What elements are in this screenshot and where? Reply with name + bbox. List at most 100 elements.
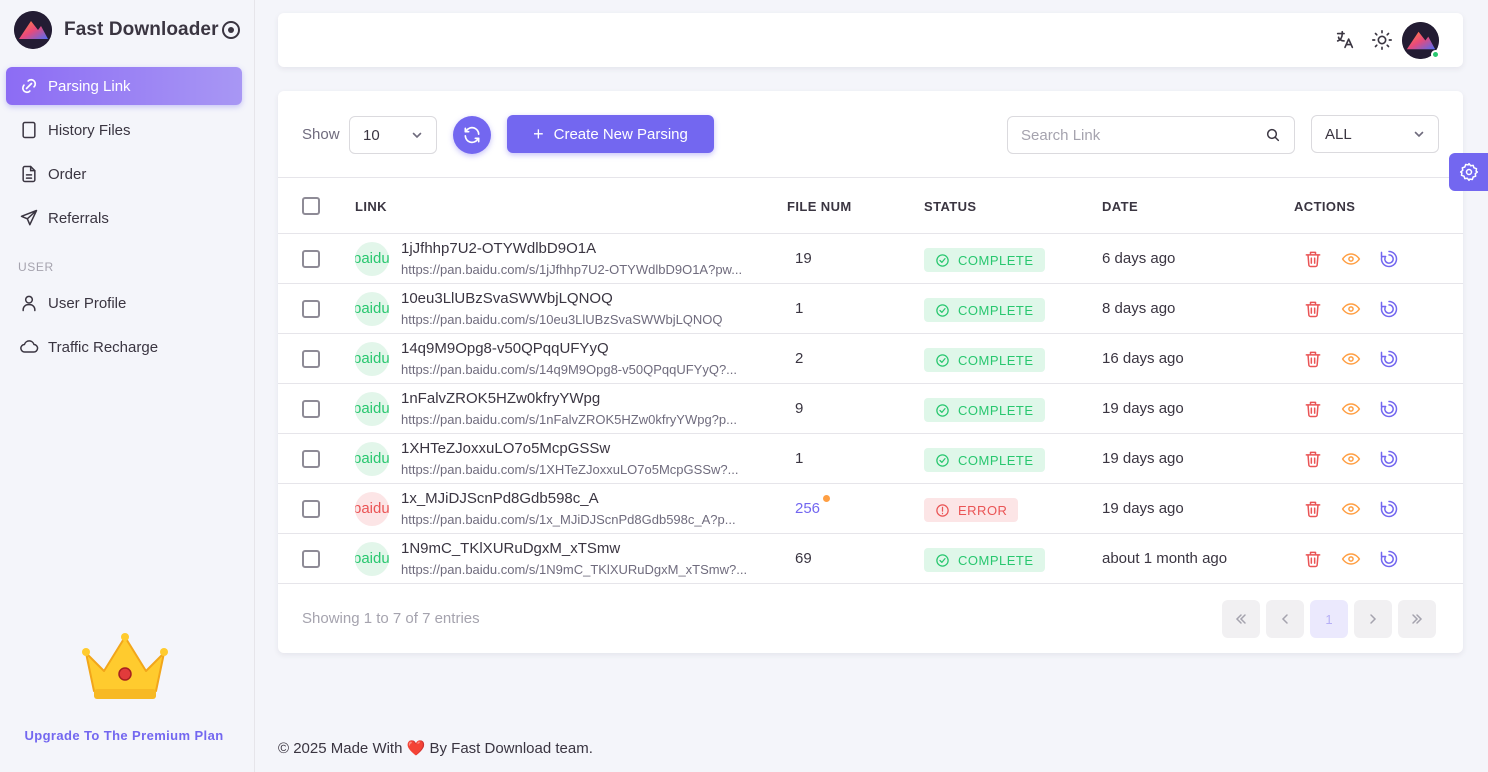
status-filter-select[interactable]: ALL <box>1311 115 1439 153</box>
nav-item-label: Parsing Link <box>48 77 131 95</box>
link-title[interactable]: 1XHTeZJoxxuLO7o5McpGSSw <box>401 440 610 457</box>
row-checkbox[interactable] <box>302 450 320 468</box>
link-title[interactable]: 1N9mC_TKlXURuDgxM_xTSmw <box>401 540 620 557</box>
search-input[interactable] <box>1007 116 1295 154</box>
delete-icon[interactable] <box>1303 299 1323 319</box>
col-date[interactable]: DATE <box>1102 199 1138 214</box>
upgrade-link[interactable]: Upgrade To The Premium Plan <box>0 728 248 743</box>
document-icon <box>22 165 36 183</box>
prev-page-button[interactable] <box>1266 600 1304 638</box>
next-page-button[interactable] <box>1354 600 1392 638</box>
reparse-icon[interactable] <box>1379 449 1399 469</box>
nav-item-order[interactable]: Order <box>6 155 242 193</box>
delete-icon[interactable] <box>1303 499 1323 519</box>
check-circle-icon <box>936 303 949 317</box>
view-icon[interactable] <box>1341 449 1361 469</box>
reparse-icon[interactable] <box>1379 349 1399 369</box>
check-circle-icon <box>936 253 949 267</box>
baidu-pan-badge: baidu <box>355 542 389 576</box>
view-icon[interactable] <box>1341 349 1361 369</box>
link-url[interactable]: https://pan.baidu.com/s/14q9M9Opg8-v50QP… <box>401 362 737 377</box>
table-row: baidu 1x_MJiDJScnPd8Gdb598c_A https://pan.… <box>278 484 1463 534</box>
reparse-icon[interactable] <box>1379 249 1399 269</box>
reparse-icon[interactable] <box>1379 499 1399 519</box>
table-row: baidu 14q9M9Opg8-v50QPqqUFYyQ https://pan.… <box>278 334 1463 384</box>
row-checkbox[interactable] <box>302 400 320 418</box>
brand[interactable]: Fast Downloader <box>14 11 244 49</box>
link-title[interactable]: 1nFalvZROK5HZw0kfryYWpg <box>401 390 600 407</box>
reparse-icon[interactable] <box>1379 399 1399 419</box>
link-url[interactable]: https://pan.baidu.com/s/1x_MJiDJScnPd8Gd… <box>401 512 736 527</box>
nav-item-referrals[interactable]: Referrals <box>6 199 242 237</box>
last-page-button[interactable] <box>1398 600 1436 638</box>
send-icon <box>20 209 38 226</box>
page-size-value: 10 <box>363 126 380 144</box>
view-icon[interactable] <box>1341 299 1361 319</box>
customizer-button[interactable] <box>1449 153 1488 191</box>
nav-item-user-profile[interactable]: User Profile <box>6 284 242 322</box>
delete-icon[interactable] <box>1303 249 1323 269</box>
reparse-icon[interactable] <box>1379 549 1399 569</box>
delete-icon[interactable] <box>1303 349 1323 369</box>
file-count: 2 <box>795 350 804 367</box>
view-icon[interactable] <box>1341 499 1361 519</box>
select-all-checkbox[interactable] <box>302 197 320 215</box>
view-icon[interactable] <box>1341 549 1361 569</box>
link-title[interactable]: 1jJfhhp7U2-OTYWdlbD9O1A <box>401 240 596 257</box>
link-url[interactable]: https://pan.baidu.com/s/1N9mC_TKlXURuDgx… <box>401 562 747 577</box>
delete-icon[interactable] <box>1303 449 1323 469</box>
link-title[interactable]: 1x_MJiDJScnPd8Gdb598c_A <box>401 490 599 507</box>
heart-icon: ❤️ <box>406 740 426 757</box>
reparse-icon[interactable] <box>1379 299 1399 319</box>
row-date: about 1 month ago <box>1102 550 1228 567</box>
table-row: baidu 1N9mC_TKlXURuDgxM_xTSmw https://pan.… <box>278 534 1463 584</box>
status-badge: COMPLETE <box>924 448 1045 472</box>
nav-item-parsing-link[interactable]: Parsing Link <box>6 67 242 105</box>
row-checkbox[interactable] <box>302 500 320 518</box>
online-status-dot <box>1431 50 1440 59</box>
row-checkbox[interactable] <box>302 300 320 318</box>
nav-item-traffic-recharge[interactable]: Traffic Recharge <box>6 328 242 366</box>
col-file-num[interactable]: FILE NUM <box>787 199 852 214</box>
refresh-icon <box>464 126 480 144</box>
delete-icon[interactable] <box>1303 399 1323 419</box>
link-title[interactable]: 14q9M9Opg8-v50QPqqUFYyQ <box>401 340 609 357</box>
view-icon[interactable] <box>1341 399 1361 419</box>
cloud-icon <box>20 340 39 353</box>
page-size-select[interactable]: 10 <box>349 116 437 154</box>
nav-item-history-files[interactable]: History Files <box>6 111 242 149</box>
user-nav: User Profile Traffic Recharge <box>6 284 242 372</box>
sun-icon[interactable] <box>1371 29 1393 51</box>
alert-circle-icon <box>936 503 949 517</box>
first-page-button[interactable] <box>1222 600 1260 638</box>
parsing-card: Show 10 + Create New Parsing ALL LINK FI… <box>278 91 1463 653</box>
pagination-info: Showing 1 to 7 of 7 entries <box>302 610 480 627</box>
page-button-current[interactable]: 1 <box>1310 600 1348 638</box>
create-new-parsing-button[interactable]: + Create New Parsing <box>507 115 714 153</box>
baidu-pan-badge: baidu <box>355 292 389 326</box>
chevron-down-icon <box>412 132 422 139</box>
col-status[interactable]: STATUS <box>924 199 976 214</box>
link-url[interactable]: https://pan.baidu.com/s/1XHTeZJoxxuLO7o5… <box>401 462 738 477</box>
translate-icon[interactable] <box>1334 29 1356 51</box>
file-icon <box>22 121 36 139</box>
check-circle-icon <box>936 403 949 417</box>
status-label: COMPLETE <box>958 302 1034 318</box>
link-url[interactable]: https://pan.baidu.com/s/10eu3LlUBzSvaSWW… <box>401 312 723 327</box>
nav-item-label: User Profile <box>48 294 127 312</box>
chevrons-left-icon <box>1235 614 1246 624</box>
link-url[interactable]: https://pan.baidu.com/s/1nFalvZROK5HZw0k… <box>401 412 737 427</box>
file-count: 9 <box>795 400 804 417</box>
col-link[interactable]: LINK <box>355 199 387 214</box>
footer: © 2025 Made With ❤️ By Fast Download tea… <box>278 739 593 757</box>
view-icon[interactable] <box>1341 249 1361 269</box>
row-checkbox[interactable] <box>302 550 320 568</box>
file-count[interactable]: 256 <box>795 500 820 517</box>
row-checkbox[interactable] <box>302 350 320 368</box>
delete-icon[interactable] <box>1303 549 1323 569</box>
row-checkbox[interactable] <box>302 250 320 268</box>
link-title[interactable]: 10eu3LlUBzSvaSWWbjLQNOQ <box>401 290 613 307</box>
sidebar-toggle-icon[interactable] <box>222 21 240 39</box>
refresh-button[interactable] <box>453 116 491 154</box>
link-url[interactable]: https://pan.baidu.com/s/1jJfhhp7U2-OTYWd… <box>401 262 742 277</box>
